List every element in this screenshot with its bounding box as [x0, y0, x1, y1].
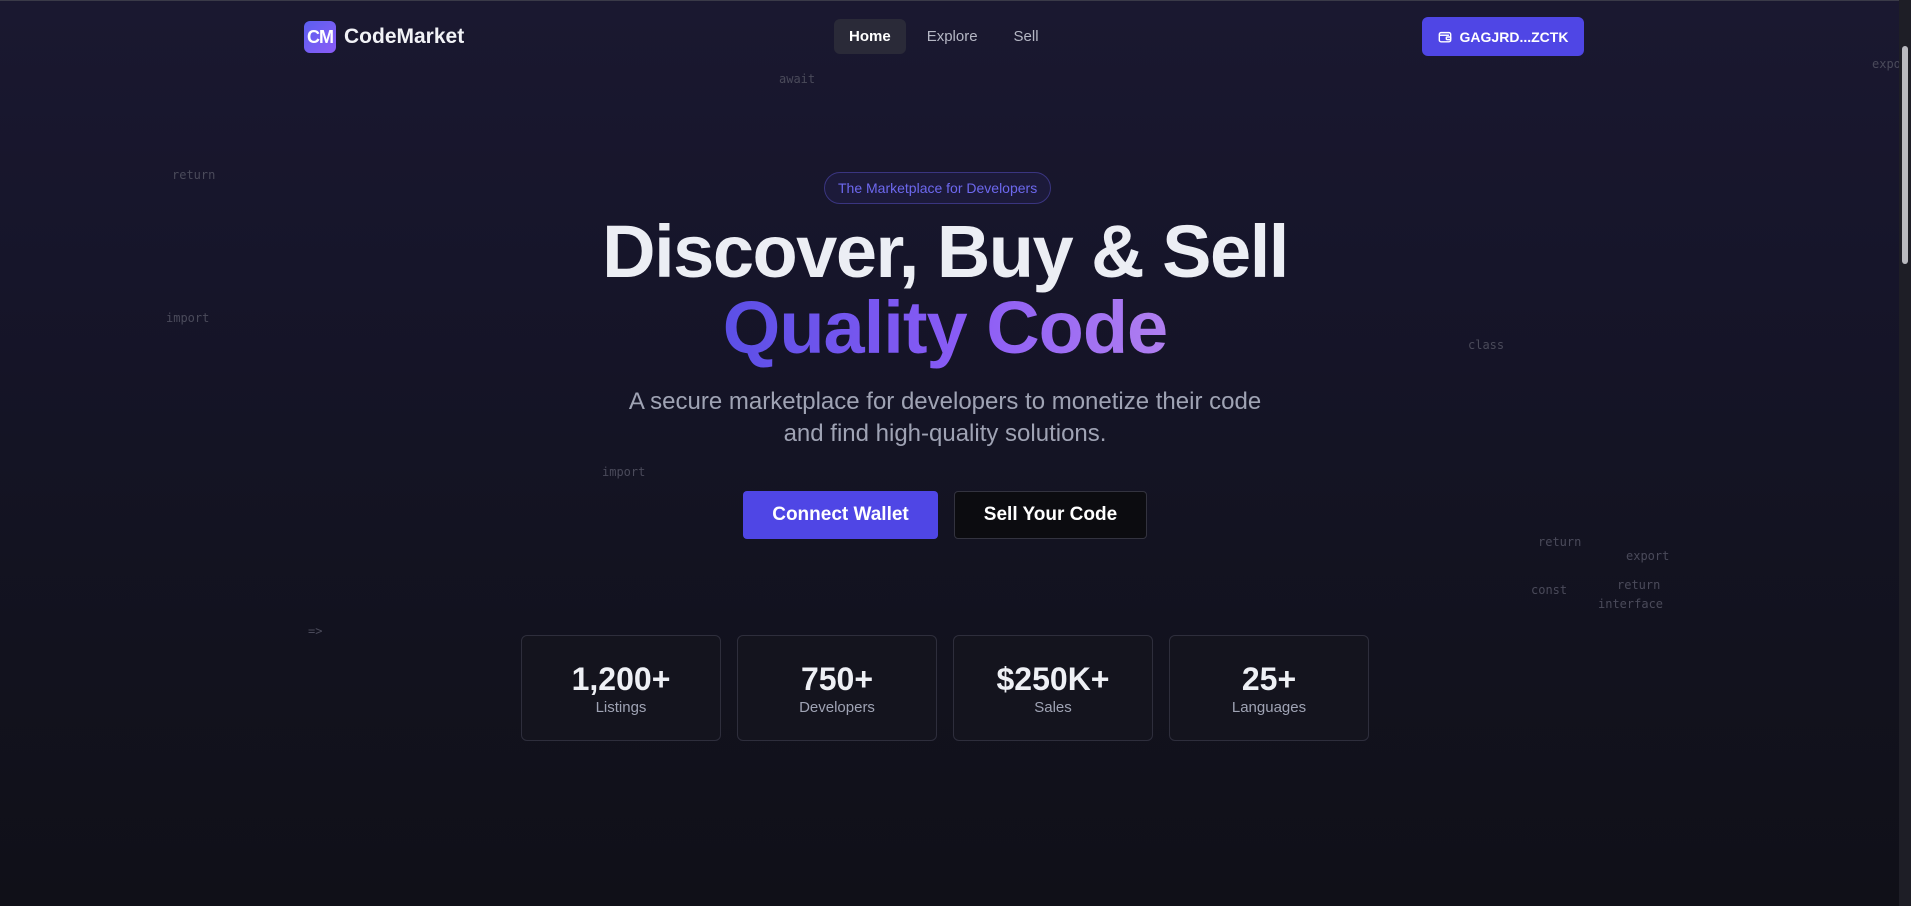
background-word: interface [1598, 597, 1664, 611]
main-nav: Home Explore Sell [834, 19, 1054, 54]
page-scrollbar[interactable] [1899, 0, 1911, 906]
wallet-address: GAGJRD...ZCTK [1459, 28, 1569, 45]
stat-card-languages: 25+ Languages [1169, 635, 1369, 741]
background-word: => [308, 624, 323, 638]
stat-value: 25+ [1241, 660, 1297, 697]
connect-wallet-button[interactable]: Connect Wallet [743, 491, 938, 539]
stats-row: 1,200+ Listings 750+ Developers $250K+ S… [521, 635, 1369, 741]
nav-item-explore[interactable]: Explore [912, 19, 993, 54]
wallet-icon [1438, 31, 1451, 43]
stat-card-sales: $250K+ Sales [953, 635, 1153, 741]
stat-value: $250K+ [996, 660, 1110, 697]
brand-logo[interactable]: CM CodeMarket [304, 21, 464, 53]
background-word: const [1531, 583, 1568, 597]
stat-label: Sales [1034, 698, 1072, 716]
background-word: return [1538, 535, 1582, 549]
brand-name: CodeMarket [344, 25, 465, 48]
stat-card-listings: 1,200+ Listings [521, 635, 721, 741]
stat-value: 1,200+ [571, 660, 671, 697]
wallet-address-button[interactable]: GAGJRD...ZCTK [1422, 17, 1584, 56]
hero-title-accent: Quality Code [0, 288, 1890, 368]
hero-badge: The Marketplace for Developers [824, 172, 1052, 204]
background-word: return [1617, 578, 1661, 592]
background-word: import [602, 465, 646, 479]
background-word: expo [1872, 57, 1901, 71]
stat-card-developers: 750+ Developers [737, 635, 937, 741]
nav-item-home[interactable]: Home [834, 19, 906, 54]
background-word: return [172, 168, 216, 182]
stat-label: Listings [595, 698, 647, 716]
hero-title-accent-text: Quality Code [722, 286, 1168, 369]
nav-item-sell[interactable]: Sell [999, 19, 1054, 54]
top-border [0, 0, 1911, 1]
hero-subtitle: A secure marketplace for developers to m… [628, 388, 1262, 447]
background-word: await [779, 72, 816, 86]
scrollbar-thumb[interactable] [1902, 46, 1908, 264]
sell-your-code-button[interactable]: Sell Your Code [954, 491, 1147, 539]
stat-label: Developers [799, 698, 875, 716]
logo-mark-icon: CM [304, 21, 336, 53]
stat-label: Languages [1231, 698, 1307, 716]
background-word: export [1626, 549, 1670, 563]
stat-value: 750+ [800, 660, 874, 697]
hero-title: Discover, Buy & Sell [602, 210, 1289, 293]
